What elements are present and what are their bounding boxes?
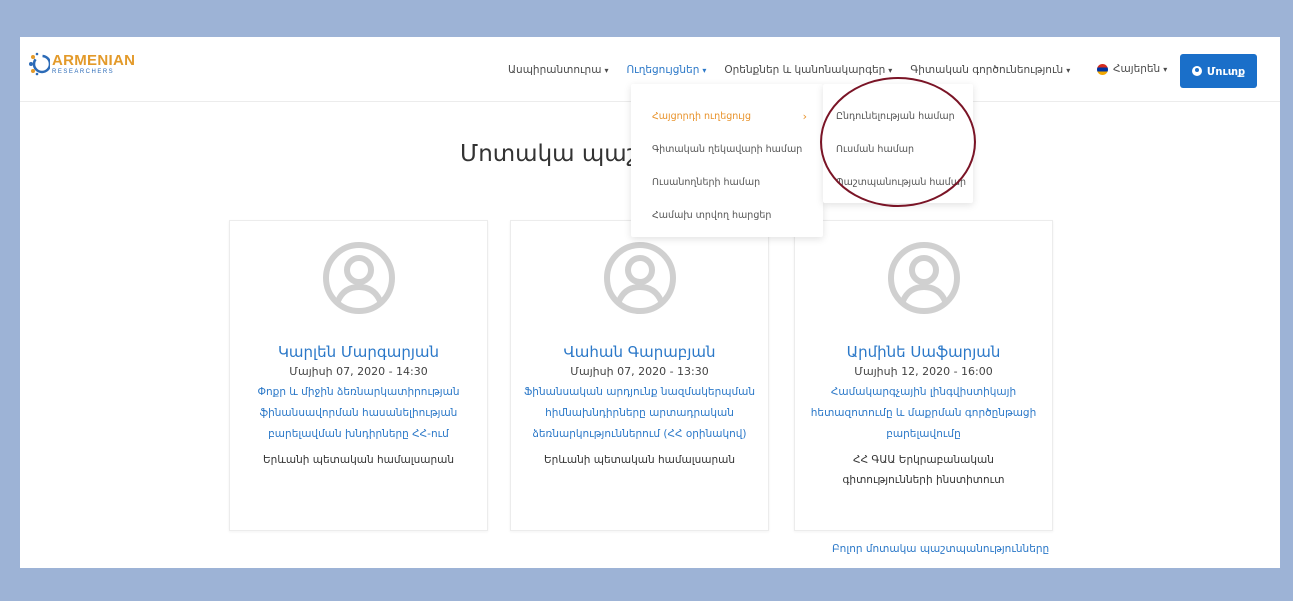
caret-down-icon: ▾ xyxy=(604,66,609,75)
avatar-placeholder-icon xyxy=(603,241,677,315)
main-nav: Ասպիրանտուրա ▾ Ուղեցույցներ ▾ Օրենքներ և կ… xyxy=(508,64,1088,76)
defense-date: Մայիսի 07, 2020 - 13:30 xyxy=(570,365,709,378)
logo-subtitle: RESEARCHERS xyxy=(52,69,115,75)
defense-card: Կարլեն Մարգարյան Մայիսի 07, 2020 - 14:30… xyxy=(229,220,488,531)
caret-down-icon: ▾ xyxy=(1066,66,1071,75)
nav-item-laws[interactable]: Օրենքներ և կանոնակարգեր ▾ xyxy=(724,64,892,76)
caret-down-icon: ▾ xyxy=(1163,64,1168,74)
language-selector[interactable]: Հայերեն ▾ xyxy=(1097,63,1167,75)
caret-down-icon: ▾ xyxy=(888,66,893,75)
defense-organization: Երևանի պետական համալսարան xyxy=(263,454,454,466)
login-label: Մուտք xyxy=(1206,64,1246,78)
menu-item-faq[interactable]: Համախ տրվող հարցեր xyxy=(631,199,823,232)
defense-topic-link[interactable]: Փոքր և միջին ձեռնարկատիրության ֆինանսավո… xyxy=(242,382,475,445)
nav-item-guides[interactable]: Ուղեցույցներ ▾ xyxy=(626,64,706,76)
defense-card: Վահան Գարաբյան Մայիսի 07, 2020 - 13:30 Ֆ… xyxy=(510,220,769,531)
avatar-placeholder-icon xyxy=(322,241,396,315)
nav-item-label: Ուղեցույցներ xyxy=(626,64,700,76)
chevron-right-icon: › xyxy=(802,110,807,123)
browser-page: ARMENIAN RESEARCHERS Ասպիրանտուրա ▾ Ուղեց… xyxy=(20,37,1280,568)
annotation-circle xyxy=(820,77,976,207)
defender-name[interactable]: Արմինե Սաֆարյան xyxy=(795,343,1052,361)
defense-organization: Երևանի պետական համալսարան xyxy=(544,454,735,466)
defense-card: Արմինե Սաֆարյան Մայիսի 12, 2020 - 16:00 … xyxy=(794,220,1053,531)
menu-item-label: Հայցորդի ուղեցույց xyxy=(652,111,751,122)
user-circle-icon xyxy=(1191,66,1202,76)
nav-item-label: Օրենքներ և կանոնակարգեր xyxy=(724,64,886,76)
menu-item-label: Համախ տրվող հարցեր xyxy=(652,210,772,221)
guides-dropdown-menu: Հայցորդի ուղեցույց › Գիտական ղեկավարի հա… xyxy=(631,84,823,237)
logo-emblem-icon xyxy=(28,51,52,77)
language-label: Հայերեն xyxy=(1113,63,1161,75)
logo-title: ARMENIAN xyxy=(52,52,136,69)
nav-item-aspirantura[interactable]: Ասպիրանտուրա ▾ xyxy=(508,64,608,76)
site-logo[interactable]: ARMENIAN RESEARCHERS xyxy=(28,51,135,77)
login-button[interactable]: Մուտք xyxy=(1180,54,1257,88)
menu-item-label: Գիտական ղեկավարի համար xyxy=(652,144,803,155)
nav-item-label: Ասպիրանտուրա xyxy=(508,64,602,76)
defense-date: Մայիսի 12, 2020 - 16:00 xyxy=(854,365,993,378)
caret-down-icon: ▾ xyxy=(702,66,707,75)
menu-item-label: Ուսանողների համար xyxy=(652,177,761,188)
avatar-placeholder-icon xyxy=(887,241,961,315)
menu-item-supervisor[interactable]: Գիտական ղեկավարի համար xyxy=(631,133,823,166)
all-defenses-link[interactable]: Բոլոր մոտակա պաշտպանությունները xyxy=(832,543,1049,555)
nav-item-scientific-activity[interactable]: Գիտական գործունեություն ▾ xyxy=(910,64,1070,76)
menu-item-applicant-guide[interactable]: Հայցորդի ուղեցույց › xyxy=(631,100,823,133)
defense-organization: ՀՀ ԳԱԱ Երկրաբանական գիտությունների ինստի… xyxy=(842,454,1005,486)
armenia-flag-icon xyxy=(1097,63,1108,75)
nav-item-label: Գիտական գործունեություն xyxy=(910,64,1064,76)
menu-item-students[interactable]: Ուսանողների համար xyxy=(631,166,823,199)
defense-topic-link[interactable]: Համակարգչային լինգվիստիկայի հետազոտումը … xyxy=(807,382,1040,445)
defender-name[interactable]: Կարլեն Մարգարյան xyxy=(230,343,487,361)
defense-topic-link[interactable]: Ֆինանսական արդյունք նազմակերպման հիմնախն… xyxy=(523,382,756,445)
defender-name[interactable]: Վահան Գարաբյան xyxy=(511,343,768,361)
defense-date: Մայիսի 07, 2020 - 14:30 xyxy=(289,365,428,378)
